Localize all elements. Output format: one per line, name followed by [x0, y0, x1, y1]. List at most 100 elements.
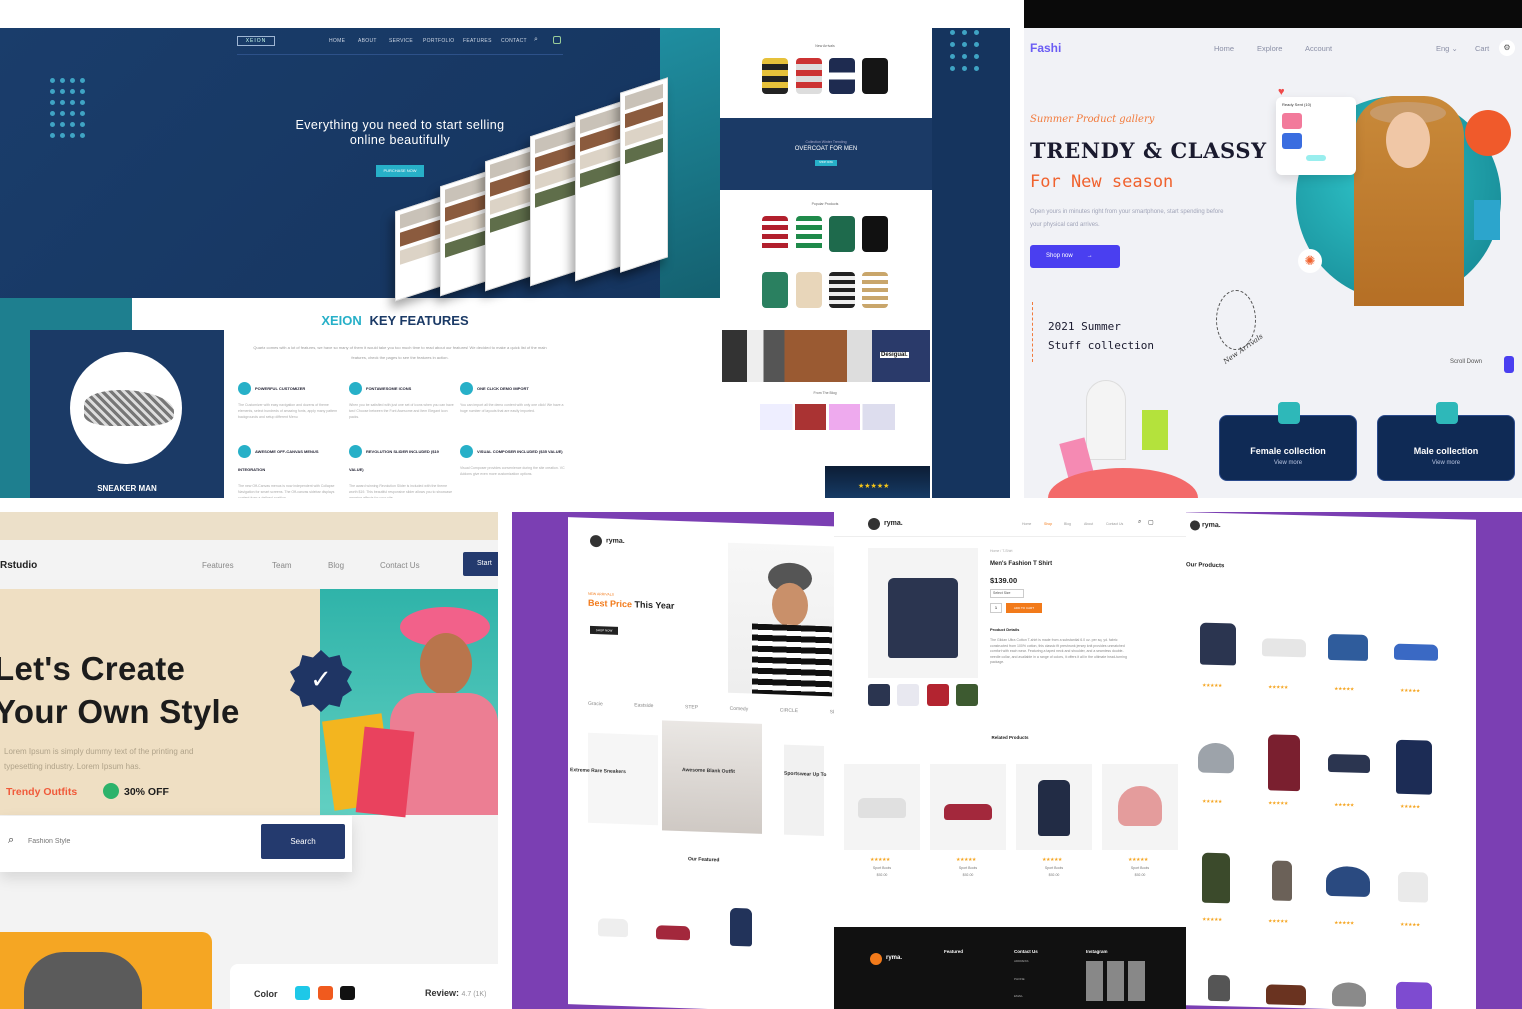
related-product-card[interactable]: [1016, 764, 1092, 850]
product-image[interactable]: [1394, 643, 1438, 661]
ryma-logo[interactable]: ryma.: [884, 520, 903, 527]
nav-contact-us[interactable]: Contact Us: [1106, 522, 1123, 526]
product-image[interactable]: [1200, 622, 1236, 666]
nav-account[interactable]: Account: [1305, 44, 1332, 53]
product-image[interactable]: [1396, 739, 1432, 795]
overcoat-banner[interactable]: [720, 118, 932, 190]
product-thumb[interactable]: [829, 58, 855, 94]
purchase-button[interactable]: PURCHASE NOW: [376, 165, 424, 177]
nav-blog[interactable]: Blog: [328, 561, 344, 570]
color-swatch-black[interactable]: [340, 986, 355, 1000]
settings-icon[interactable]: ⚙: [1499, 40, 1515, 56]
product-image[interactable]: [1198, 742, 1234, 774]
product-image[interactable]: [1328, 753, 1370, 774]
ryma-logo[interactable]: ryma.: [1202, 522, 1221, 529]
product-thumb[interactable]: [862, 272, 888, 308]
product-image[interactable]: [1268, 734, 1300, 792]
product-thumb[interactable]: [762, 216, 788, 252]
outfit-banner[interactable]: [662, 720, 762, 834]
nav-features[interactable]: FEATURES: [463, 38, 492, 44]
sneaker-banner[interactable]: [588, 732, 658, 826]
product-thumb[interactable]: [796, 58, 822, 94]
nav-features[interactable]: Features: [202, 561, 234, 570]
cart-icon[interactable]: [553, 36, 561, 44]
thumb-green[interactable]: [955, 684, 978, 706]
shop-now-button[interactable]: Shop now →: [1030, 245, 1120, 268]
search-icon[interactable]: ⌕: [534, 36, 538, 44]
product-thumb[interactable]: [796, 216, 822, 252]
product-image[interactable]: [1262, 638, 1306, 658]
product-image[interactable]: [1326, 865, 1370, 898]
scroll-down-button[interactable]: [1504, 356, 1514, 373]
start-button[interactable]: Start: [463, 552, 498, 576]
nav-blog[interactable]: Blog: [1064, 522, 1071, 526]
related-product-card[interactable]: [930, 764, 1006, 850]
color-swatch-cyan[interactable]: [295, 986, 310, 1000]
blog-thumbs[interactable]: [760, 404, 895, 430]
product-image[interactable]: [1398, 871, 1428, 903]
nav-about[interactable]: ABOUT: [358, 38, 377, 44]
female-collection-card[interactable]: Female collection View more: [1219, 402, 1357, 481]
ready-sent-card[interactable]: Ready Sent (10): [1276, 97, 1356, 175]
size-select[interactable]: Select Size: [990, 589, 1024, 598]
view-more-link[interactable]: View more: [1220, 460, 1356, 466]
nav-about[interactable]: About: [1084, 522, 1093, 526]
rstudio-logo[interactable]: Rstudio: [0, 560, 37, 571]
color-swatch-orange[interactable]: [318, 986, 333, 1000]
male-collection-card[interactable]: Male collection View more: [1377, 402, 1515, 481]
nav-home[interactable]: Home: [1022, 522, 1031, 526]
language-select[interactable]: Eng ⌄: [1436, 44, 1458, 53]
search-input[interactable]: [28, 838, 248, 845]
nav-explore[interactable]: Explore: [1257, 44, 1282, 53]
related-product-card[interactable]: [1102, 764, 1178, 850]
thumb-red[interactable]: [926, 684, 949, 706]
cart-icon[interactable]: ▢: [1148, 519, 1154, 526]
xeion-logo[interactable]: XEION: [237, 36, 275, 46]
card-button[interactable]: [1306, 155, 1326, 161]
product-image[interactable]: [1332, 982, 1366, 1007]
product-card[interactable]: [648, 894, 698, 967]
tshirt-image: [888, 578, 958, 658]
product-thumb[interactable]: [762, 272, 788, 308]
add-to-cart-button[interactable]: ADD TO CART: [1006, 603, 1042, 613]
nav-contact[interactable]: CONTACT: [501, 38, 527, 44]
overcoat-shop-button[interactable]: SHOP NOW: [815, 160, 837, 166]
product-image[interactable]: [1328, 633, 1368, 661]
product-thumb[interactable]: [862, 216, 888, 252]
product-card[interactable]: [588, 892, 638, 965]
product-image[interactable]: [1208, 974, 1230, 1002]
product-image[interactable]: [1202, 852, 1230, 904]
product-card[interactable]: [716, 897, 766, 970]
product-image[interactable]: [1266, 984, 1306, 1006]
watch-banner[interactable]: [784, 744, 824, 837]
product-thumb[interactable]: [862, 58, 888, 94]
product-image[interactable]: [1272, 860, 1292, 901]
nav-portfolio[interactable]: PORTFOLIO: [423, 38, 455, 44]
nav-contact-us[interactable]: Contact Us: [380, 561, 420, 570]
product-thumb[interactable]: [829, 272, 855, 308]
search-button[interactable]: Search: [261, 824, 345, 859]
related-product-card[interactable]: [844, 764, 920, 850]
instagram-grid[interactable]: [1086, 961, 1146, 1001]
nav-home[interactable]: HOME: [329, 38, 345, 44]
nav-service[interactable]: SERVICE: [389, 38, 413, 44]
fashi-logo[interactable]: Fashi: [1030, 41, 1061, 55]
shop-now-button[interactable]: SHOP NOW: [590, 625, 618, 635]
quantity-input[interactable]: 1: [990, 603, 1002, 613]
nav-team[interactable]: Team: [272, 561, 292, 570]
product-thumb[interactable]: [762, 58, 788, 94]
related-products-heading: Related Products: [991, 735, 1029, 740]
product-thumb[interactable]: [829, 216, 855, 252]
product-image[interactable]: [1396, 981, 1432, 1009]
footer-logo[interactable]: ryma.: [886, 955, 902, 961]
search-icon[interactable]: ⌕: [1138, 519, 1141, 526]
nav-home[interactable]: Home: [1214, 44, 1234, 53]
nav-cart[interactable]: Cart: [1475, 44, 1489, 53]
thumb-navy[interactable]: [868, 684, 890, 706]
ryma-logo[interactable]: ryma.: [606, 537, 625, 545]
nav-shop[interactable]: Shop: [1044, 522, 1052, 526]
product-thumb[interactable]: [796, 272, 822, 308]
scroll-down-label[interactable]: Scroll Down: [1450, 359, 1482, 365]
view-more-link[interactable]: View more: [1378, 460, 1514, 466]
thumb-white[interactable]: [897, 684, 920, 706]
